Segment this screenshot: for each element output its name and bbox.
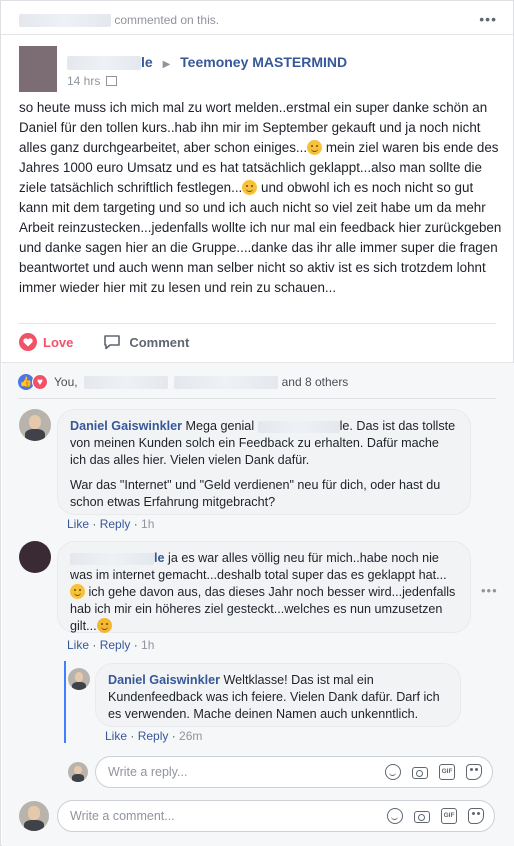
- reactions-others: and 8 others: [281, 375, 349, 389]
- post-text: so heute muss ich mich mal zu wort melde…: [19, 98, 503, 298]
- reply-placeholder: Write a reply...: [108, 765, 188, 779]
- comment-text: Mega genial: [185, 419, 255, 433]
- current-user-avatar: [68, 762, 88, 782]
- notification-line: commented on this.: [19, 12, 219, 28]
- love-label: Love: [43, 334, 74, 350]
- blurred-commenter-name[interactable]: [70, 552, 154, 565]
- reply-avatar[interactable]: [68, 668, 90, 690]
- blurred-name: [83, 375, 168, 389]
- reply-time[interactable]: 26m: [179, 729, 202, 743]
- sticker-icon[interactable]: [466, 764, 482, 780]
- love-button[interactable]: Love: [19, 333, 73, 351]
- divider: [18, 398, 496, 399]
- comment-actions: Like · Reply · 1h: [67, 517, 155, 531]
- blurred-name: [257, 420, 340, 433]
- smile-emoji-icon: [242, 180, 258, 195]
- reply-input[interactable]: Write a reply... GIF: [95, 756, 493, 788]
- comment-options-icon[interactable]: •••: [481, 583, 498, 598]
- emoji-icon[interactable]: [385, 764, 401, 780]
- post-meta: 14 hrs: [67, 74, 118, 88]
- like-link[interactable]: Like: [105, 729, 127, 743]
- divider: [1, 34, 513, 35]
- comment-text: War das "Internet" und "Geld verdienen" …: [70, 478, 441, 509]
- post-header: le ▶ Teemoney MASTERMIND: [67, 53, 347, 74]
- divider: [1, 362, 513, 363]
- gif-icon[interactable]: GIF: [439, 764, 455, 780]
- comment-input[interactable]: Write a comment... GIF: [57, 800, 495, 832]
- reply-author-name[interactable]: Daniel Gaiswinkler: [108, 673, 220, 687]
- current-user-avatar: [19, 801, 49, 831]
- group-name[interactable]: Teemoney MASTERMIND: [180, 54, 347, 70]
- reply-thread-line: [64, 661, 66, 743]
- comment-button[interactable]: Comment: [103, 333, 189, 351]
- comment-bubble: le ja es war alles völlig neu für mich..…: [57, 541, 471, 633]
- wink-emoji-icon: [96, 618, 112, 633]
- reply-actions: Like · Reply · 26m: [105, 729, 203, 743]
- smile-emoji-icon: [307, 140, 323, 155]
- camera-icon[interactable]: [414, 811, 430, 823]
- post-card: commented on this. ••• le ▶ Teemoney MAS…: [0, 0, 514, 846]
- reply-link[interactable]: Reply: [100, 638, 131, 652]
- arrow-right-icon: ▶: [162, 59, 171, 70]
- blurred-name: [173, 375, 278, 389]
- comment-time[interactable]: 1h: [141, 638, 154, 652]
- camera-icon[interactable]: [412, 767, 428, 779]
- commenter-name-suffix[interactable]: le: [154, 551, 165, 565]
- comment-input-tools: GIF: [387, 808, 484, 824]
- blurred-name: [19, 14, 111, 28]
- smile-emoji-icon: [70, 584, 85, 599]
- comment-bubble: Daniel Gaiswinkler Mega genial le. Das i…: [57, 409, 471, 515]
- reply-bubble: Daniel Gaiswinkler Weltklasse! Das ist m…: [95, 663, 461, 727]
- comment-text: ich gehe davon aus, das dieses Jahr noch…: [70, 585, 456, 633]
- emoji-icon[interactable]: [387, 808, 403, 824]
- gif-icon[interactable]: GIF: [441, 808, 457, 824]
- comment-label: Comment: [129, 334, 190, 350]
- commenter-avatar[interactable]: [19, 409, 51, 441]
- divider: [18, 323, 496, 324]
- comment-actions: Like · Reply · 1h: [67, 638, 155, 652]
- reply-link[interactable]: Reply: [138, 729, 169, 743]
- comment-icon: [104, 335, 121, 350]
- sticker-icon[interactable]: [468, 808, 484, 824]
- reactions-you: You,: [54, 375, 78, 389]
- group-audience-icon: [106, 76, 118, 86]
- comment-placeholder: Write a comment...: [70, 809, 175, 823]
- author-avatar[interactable]: [19, 46, 57, 92]
- reply-input-tools: GIF: [385, 764, 482, 780]
- love-reaction-icon: ♥: [32, 374, 48, 390]
- notification-text: commented on this.: [114, 13, 220, 27]
- comment-time[interactable]: 1h: [141, 517, 154, 531]
- commenter-name[interactable]: Daniel Gaiswinkler: [70, 419, 182, 433]
- author-name-suffix[interactable]: le: [141, 54, 153, 70]
- heart-icon: [19, 333, 37, 351]
- reply-link[interactable]: Reply: [100, 517, 131, 531]
- reactions-summary[interactable]: 👍 ♥ You, and 8 others: [18, 374, 348, 390]
- post-actions: Love Comment: [19, 331, 189, 353]
- post-time[interactable]: 14 hrs: [67, 74, 100, 88]
- more-options-icon[interactable]: •••: [479, 12, 497, 26]
- post-text-part: und obwohl ich es noch nicht so gut kann…: [19, 180, 502, 295]
- like-link[interactable]: Like: [67, 517, 89, 531]
- blurred-author-name[interactable]: [67, 56, 141, 71]
- like-link[interactable]: Like: [67, 638, 89, 652]
- commenter-avatar[interactable]: [19, 541, 51, 573]
